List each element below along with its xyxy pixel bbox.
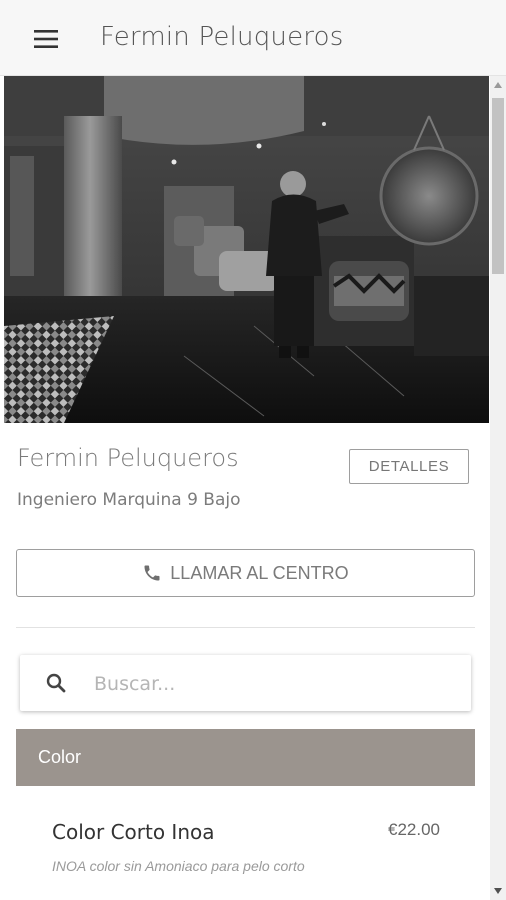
section-divider — [16, 627, 475, 628]
search-icon — [46, 673, 66, 693]
service-description: INOA color sin Amoniaco para pelo corto — [52, 858, 305, 874]
salon-photo — [4, 76, 489, 423]
scrollbar-thumb[interactable] — [492, 98, 504, 274]
salon-name: Fermin Peluqueros — [17, 444, 239, 472]
service-price: €22.00 — [388, 820, 440, 839]
scroll-up-arrow-icon[interactable] — [494, 82, 502, 88]
hamburger-menu-icon — [34, 30, 58, 48]
salon-photo-illustration — [4, 76, 489, 423]
service-name: Color Corto Inoa — [52, 820, 215, 844]
search-box — [20, 655, 471, 711]
category-label: Color — [38, 747, 82, 767]
category-header-color[interactable]: Color — [16, 729, 475, 786]
vertical-scrollbar[interactable] — [490, 76, 506, 900]
list-item[interactable]: Color Corto Inoa €22.00 INOA color sin A… — [16, 796, 475, 900]
app-bar: Fermin Peluqueros — [0, 0, 506, 76]
menu-button[interactable] — [26, 22, 66, 56]
app-title: Fermin Peluqueros — [100, 22, 344, 52]
scroll-down-arrow-icon[interactable] — [494, 888, 502, 894]
content-area: Fermin Peluqueros DETALLES Ingeniero Mar… — [0, 76, 490, 900]
phone-icon — [144, 565, 160, 581]
details-button[interactable]: DETALLES — [349, 449, 469, 484]
salon-address: Ingeniero Marquina 9 Bajo — [17, 490, 241, 510]
call-center-button[interactable]: LLAMAR AL CENTRO — [16, 549, 475, 597]
call-center-label: LLAMAR AL CENTRO — [170, 562, 349, 583]
search-input[interactable] — [92, 667, 456, 701]
